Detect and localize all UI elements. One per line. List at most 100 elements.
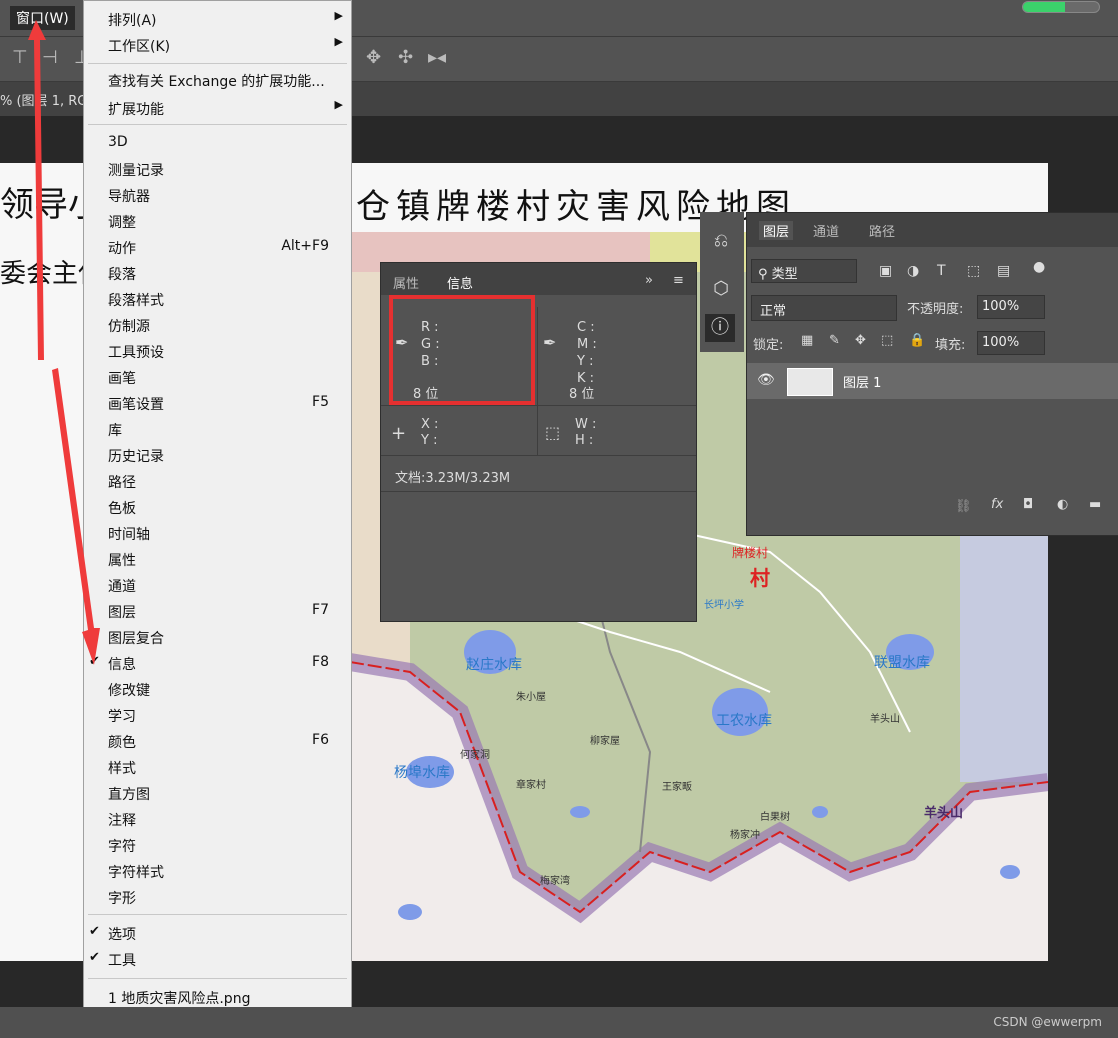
- camera-3d-icon[interactable]: ▸◂: [428, 47, 446, 68]
- menu-item[interactable]: 段落样式: [84, 287, 351, 311]
- map-label-zhangjia: 章家村: [516, 780, 546, 791]
- menu-item[interactable]: 导航器: [84, 183, 351, 207]
- menu-item[interactable]: 字符: [84, 833, 351, 857]
- menu-item[interactable]: 注释: [84, 807, 351, 831]
- history-icon[interactable]: ⎌: [708, 230, 734, 256]
- layer-row[interactable]: 👁 图层 1: [747, 363, 1118, 399]
- adjustment-icon[interactable]: ◐: [1057, 497, 1068, 512]
- menu-item[interactable]: 直方图: [84, 781, 351, 805]
- fx-icon[interactable]: fx: [991, 497, 1003, 512]
- layer-filter-value: 类型: [771, 267, 798, 282]
- info-icon[interactable]: ⓘ: [705, 314, 735, 342]
- fill-input[interactable]: 100%: [977, 331, 1045, 355]
- eyedropper-icon[interactable]: ✒: [395, 333, 408, 352]
- menu-item[interactable]: 画笔: [84, 365, 351, 389]
- menu-item[interactable]: 工具预设: [84, 339, 351, 363]
- menu-item[interactable]: 路径: [84, 469, 351, 493]
- menu-item[interactable]: 色板: [84, 495, 351, 519]
- filter-adjust-icon[interactable]: ◑: [907, 263, 919, 279]
- menu-item[interactable]: ✔信息F8: [84, 651, 351, 675]
- menu-item-label: 颜色: [108, 735, 136, 751]
- lock-artboard-icon[interactable]: ⬚: [881, 333, 893, 348]
- menu-item-label: 工具: [108, 953, 136, 969]
- filter-smart-icon[interactable]: ▤: [997, 263, 1010, 279]
- annotation-arrows: [28, 20, 100, 665]
- menu-item[interactable]: 扩展功能 ▶: [84, 96, 351, 120]
- menu-separator: [88, 978, 347, 979]
- menu-item[interactable]: 时间轴: [84, 521, 351, 545]
- eyedropper-cmyk-icon[interactable]: ✒: [543, 333, 556, 352]
- tab-paths[interactable]: 路径: [869, 221, 895, 240]
- menu-item[interactable]: 段落: [84, 261, 351, 285]
- menu-item[interactable]: 历史记录: [84, 443, 351, 467]
- eye-icon[interactable]: 👁: [757, 372, 775, 388]
- menu-item[interactable]: 属性: [84, 547, 351, 571]
- doc-size: 文档:3.23M/3.23M: [395, 471, 511, 486]
- pan-3d-icon[interactable]: ✣: [398, 47, 413, 68]
- menu-item[interactable]: 工作区(K) ▶: [84, 33, 351, 57]
- menu-item[interactable]: 颜色 F6: [84, 729, 351, 753]
- panel-menu-icon[interactable]: ≡: [673, 273, 684, 288]
- tab-layers[interactable]: 图层: [759, 221, 794, 240]
- expand-icon[interactable]: »: [645, 273, 653, 288]
- menu-item[interactable]: ✔ 选项: [84, 921, 351, 945]
- move-3d-icon[interactable]: ✥: [366, 47, 381, 68]
- menu-item[interactable]: 1 地质灾害风险点.png: [84, 985, 351, 1009]
- divider-2: [381, 455, 696, 456]
- menu-item[interactable]: 图层复合: [84, 625, 351, 649]
- opacity-input[interactable]: 100%: [977, 295, 1045, 319]
- menu-item[interactable]: 动作 Alt+F9: [84, 235, 351, 259]
- menu-item[interactable]: 库: [84, 417, 351, 441]
- menu-item-label: 字符样式: [108, 865, 164, 881]
- selection-size-icon: ⬚: [545, 423, 561, 442]
- checkmark-icon: ✔: [89, 950, 100, 965]
- lock-transparent-icon[interactable]: ▦: [801, 333, 813, 348]
- rgb-b-label: B :: [421, 354, 439, 369]
- map-label-zhuxiao: 朱小屋: [516, 692, 546, 703]
- menu-item[interactable]: 排列(A) ▶: [84, 7, 351, 31]
- blend-mode-value: 正常: [760, 304, 787, 319]
- link-icon[interactable]: ⛓: [955, 499, 972, 514]
- mask-icon[interactable]: ◘: [1023, 497, 1033, 512]
- map-label-zhaozhuang: 赵庄水库: [466, 657, 522, 673]
- folder-icon[interactable]: ▬: [1089, 497, 1101, 512]
- tab-channels[interactable]: 通道: [813, 221, 839, 240]
- menu-item[interactable]: 字形: [84, 885, 351, 909]
- lock-move-icon[interactable]: ✥: [855, 333, 866, 348]
- menu-item-label: 选项: [108, 927, 136, 943]
- filter-shape-icon[interactable]: ⬚: [967, 263, 980, 279]
- crosshair-icon: +: [391, 423, 407, 444]
- filter-pixel-icon[interactable]: ▣: [879, 263, 892, 279]
- menu-item[interactable]: 图层 F7: [84, 599, 351, 623]
- menu-item[interactable]: 字符样式: [84, 859, 351, 883]
- filter-toggle-icon[interactable]: ●: [1033, 259, 1045, 275]
- menu-item[interactable]: 样式: [84, 755, 351, 779]
- menu-item[interactable]: 学习: [84, 703, 351, 727]
- layer-name[interactable]: 图层 1: [843, 372, 881, 391]
- menu-item[interactable]: 仿制源: [84, 313, 351, 337]
- menu-item[interactable]: 修改键: [84, 677, 351, 701]
- menu-item[interactable]: ✔ 工具: [84, 947, 351, 971]
- menu-item[interactable]: 通道: [84, 573, 351, 597]
- lock-brush-icon[interactable]: ✎: [829, 333, 840, 348]
- filter-type-icon[interactable]: T: [937, 263, 946, 279]
- menu-item[interactable]: 查找有关 Exchange 的扩展功能...: [84, 68, 351, 92]
- cmyk-m-label: M :: [577, 337, 597, 352]
- map-label-hejia: 何家洞: [460, 750, 490, 761]
- menu-item[interactable]: 调整: [84, 209, 351, 233]
- menu-item[interactable]: 3D: [84, 131, 351, 155]
- tab-info[interactable]: 信息: [447, 273, 473, 292]
- tab-properties[interactable]: 属性: [393, 273, 419, 292]
- blend-mode-select[interactable]: 正常: [751, 295, 897, 321]
- panel-dock-strip: ⎌ ⬡ ⓘ: [700, 212, 744, 352]
- menu-item[interactable]: 画笔设置 F5: [84, 391, 351, 415]
- submenu-arrow-icon: ▶: [334, 9, 343, 22]
- menu-item-shortcut: F5: [312, 394, 329, 410]
- 3d-cube-icon[interactable]: ⬡: [708, 278, 734, 304]
- lock-all-icon[interactable]: 🔒: [909, 333, 925, 348]
- menu-item-shortcut: F7: [312, 602, 329, 618]
- fill-label: 填充:: [935, 338, 966, 353]
- submenu-arrow-icon: ▶: [334, 35, 343, 48]
- menu-item[interactable]: 测量记录: [84, 157, 351, 181]
- layer-filter-select[interactable]: ⚲ 类型: [751, 259, 857, 283]
